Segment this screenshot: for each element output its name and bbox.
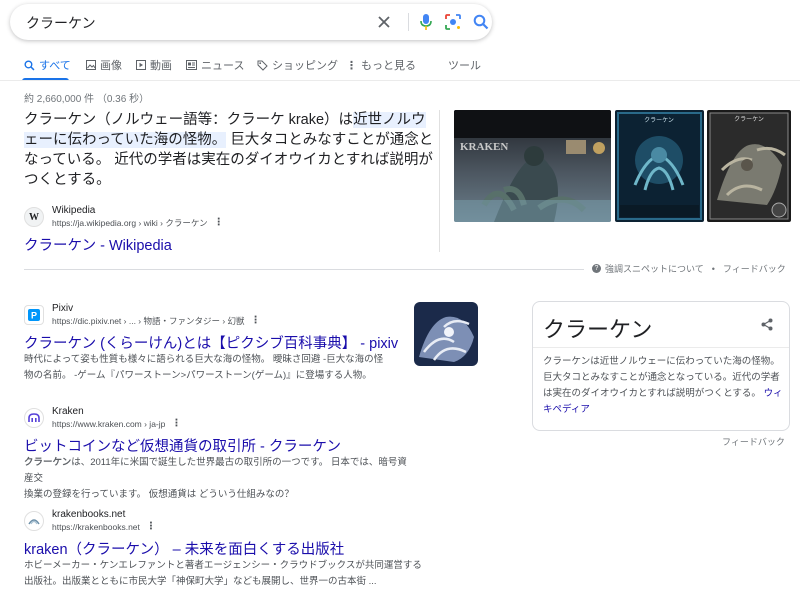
tab-label: すべて: [39, 60, 71, 72]
source-url: https://ja.wikipedia.org › wiki › クラーケン: [52, 218, 208, 228]
snippet-feedback-row: ? 強調スニペットについて • フィードバック: [592, 262, 786, 275]
feedback-link[interactable]: フィードバック: [723, 262, 786, 275]
tab-tools[interactable]: ツール: [448, 57, 481, 73]
snippet-title-link[interactable]: クラーケン - Wikipedia: [24, 234, 172, 255]
tab-label: 画像: [100, 60, 122, 72]
about-snippet-link[interactable]: 強調スニペットについて: [605, 262, 704, 275]
desc-line: 換業の登録を行っています。 仮想通貨は どういう仕組みなの？: [24, 489, 294, 500]
desc-line: ホビーメーカー・ケンエレファントと著者エージェンシー・クラウドブックスが共同運営…: [24, 560, 422, 571]
clear-icon[interactable]: [374, 12, 394, 32]
more-options-icon[interactable]: ⋮: [214, 217, 224, 229]
lens-icon[interactable]: [443, 12, 463, 32]
result-desc-kraken: クラーケンは、2011年に米国で誕生した世界最古の取引所の一つです。 日本では、…: [24, 455, 414, 503]
pixiv-favicon: P: [24, 305, 44, 325]
result-source-krakenbooks[interactable]: krakenbooks.net https://krakenbooks.net ⋮: [24, 509, 156, 533]
pixiv-thumbnail[interactable]: [414, 302, 478, 366]
krakenbooks-favicon: [24, 511, 44, 531]
video-icon: [136, 60, 146, 70]
kraken-favicon: [24, 408, 44, 428]
knowledge-panel-feedback[interactable]: フィードバック: [722, 435, 785, 448]
source-url: https://www.kraken.com › ja-jp: [52, 419, 166, 429]
source-name: krakenbooks.net: [52, 509, 126, 520]
search-box[interactable]: クラーケン: [10, 4, 492, 40]
snippet-source[interactable]: W Wikipedia https://ja.wikipedia.org › w…: [24, 205, 224, 229]
tab-label: 動画: [150, 60, 172, 72]
more-options-icon[interactable]: ⋮: [171, 418, 181, 430]
tab-label: ショッピング: [272, 60, 338, 72]
card-label: クラーケン: [644, 117, 674, 124]
desc-line: 出版社。出版業とともに市民大学「神保町大学」なども展開し、世界一の古本街 ...: [24, 576, 377, 587]
result-desc-pixiv: 時代によって姿も性質も様々に語られる巨大な海の怪物。 曖昧さ回避 -巨大な海の怪…: [24, 352, 404, 384]
search-input[interactable]: クラーケン: [26, 13, 96, 33]
wikipedia-favicon: W: [24, 207, 44, 227]
result-title-krakenbooks[interactable]: kraken（クラーケン） – 未来を面白くする出版社: [24, 538, 344, 559]
poster-label: KRAKEN: [460, 141, 508, 153]
more-vert-icon: ⋮: [346, 59, 357, 72]
kraken-art-image[interactable]: クラーケン: [707, 110, 791, 222]
tab-news[interactable]: ニュース: [186, 57, 244, 73]
tab-videos[interactable]: 動画: [136, 57, 172, 73]
search-icon[interactable]: [471, 12, 491, 32]
kraken-card-image[interactable]: クラーケン: [615, 110, 704, 222]
more-options-icon[interactable]: ⋮: [146, 521, 156, 533]
tab-more[interactable]: ⋮ もっと見る: [346, 57, 416, 73]
tabs-border: [0, 80, 800, 81]
result-title-pixiv[interactable]: クラーケン (くらーけん)とは【ピクシブ百科事典】 - pixiv: [24, 332, 398, 353]
desc-line: 時代によって姿も性質も様々に語られる巨大な海の怪物。 曖昧さ回避 -巨大な海の怪: [24, 354, 384, 365]
search-tabs: すべて 画像 動画 ニュース ショッピング ⋮ もっと見る ツール: [0, 52, 800, 80]
result-desc-krakenbooks: ホビーメーカー・ケンエレファントと著者エージェンシー・クラウドブックスが共同運営…: [24, 558, 444, 590]
art-label: クラーケン: [734, 116, 764, 123]
microphone-icon[interactable]: [416, 12, 436, 32]
share-icon[interactable]: [761, 318, 773, 336]
knowledge-panel-description: クラーケンは近世ノルウェーに伝わっていた海の怪物。巨大タコとみなすことが通念とな…: [543, 354, 783, 418]
search-divider: [408, 13, 409, 31]
result-source-pixiv[interactable]: P Pixiv https://dic.pixiv.net › ... › 物語…: [24, 303, 261, 327]
desc-bold: クラーケン: [24, 457, 72, 468]
tab-shopping[interactable]: ショッピング: [257, 57, 338, 73]
source-name: Pixiv: [52, 303, 74, 314]
knowledge-panel-title: クラーケン: [543, 317, 653, 342]
snippet-text: クラーケン（ノルウェー語等：クラーケ krake）は: [24, 112, 354, 128]
result-source-kraken[interactable]: Kraken https://www.kraken.com › ja-jp ⋮: [24, 406, 181, 430]
kp-desc-text: クラーケンは近世ノルウェーに伝わっていた海の怪物。巨大タコとみなすことが通念とな…: [543, 356, 780, 399]
source-name: Wikipedia: [52, 205, 96, 216]
tab-label: ニュース: [201, 60, 245, 72]
source-url: https://dic.pixiv.net › ... › 物語・ファンタジー …: [52, 316, 245, 326]
tab-label: ツール: [448, 60, 481, 72]
section-divider: [24, 269, 584, 270]
desc-line: 物の名前。 -ゲーム『パワーストーン>パワーストーン(ゲーム)』に登場する人物。: [24, 370, 372, 381]
image-icon: [86, 60, 96, 70]
knowledge-panel-divider: [533, 347, 789, 348]
result-title-kraken[interactable]: ビットコインなど仮想通貨の取引所 - クラーケン: [24, 435, 341, 456]
svg-text:P: P: [31, 311, 37, 321]
more-options-icon[interactable]: ⋮: [251, 315, 261, 327]
featured-snippet-text: クラーケン（ノルウェー語等：クラーケ krake）は近世ノルウェーに伝わっていた…: [24, 110, 434, 190]
snippet-divider: [439, 110, 440, 252]
desc-line: は、2011年に米国で誕生した世界最古の取引所の一つです。 日本では、暗号資産交: [24, 457, 407, 484]
news-icon: [186, 60, 197, 70]
help-icon[interactable]: ?: [592, 264, 601, 273]
source-url: https://krakenbooks.net: [52, 522, 140, 532]
favicon-letter: W: [29, 211, 39, 223]
tab-label: もっと見る: [361, 60, 416, 72]
tag-icon: [257, 60, 268, 71]
separator-dot: •: [711, 263, 715, 274]
tab-images[interactable]: 画像: [86, 57, 122, 73]
result-stats: 約 2,660,000 件 （0.36 秒）: [24, 94, 150, 105]
kraken-movie-poster-image[interactable]: KRAKEN: [454, 110, 611, 222]
knowledge-panel: クラーケン クラーケンは近世ノルウェーに伝わっていた海の怪物。巨大タコとみなすこ…: [532, 301, 790, 431]
tab-all[interactable]: すべて: [24, 57, 71, 73]
source-name: Kraken: [52, 406, 84, 417]
search-icon: [24, 59, 35, 71]
